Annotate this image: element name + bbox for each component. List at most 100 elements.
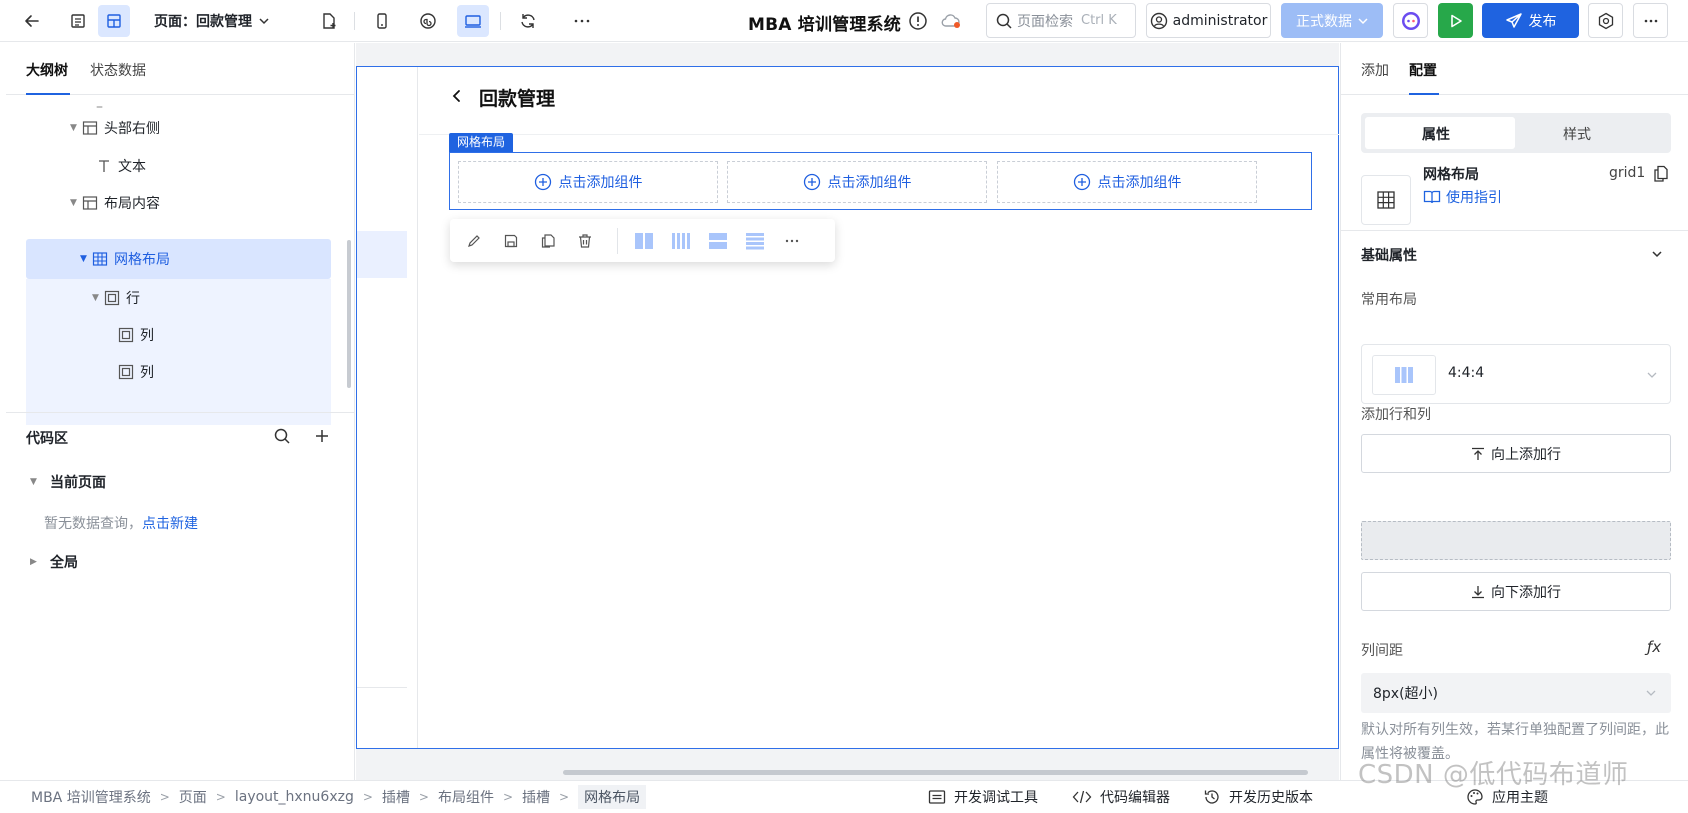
empty-query-text: 暂无数据查询，点击新建 <box>44 513 198 533</box>
section-basic-properties[interactable]: 基础属性 <box>1361 245 1417 265</box>
grid-column[interactable]: 点击添加组件 <box>727 161 987 203</box>
save-icon[interactable] <box>497 227 525 255</box>
chevron-down-icon[interactable] <box>1651 248 1663 260</box>
right-tabs: 添加 配置 <box>1341 43 1688 95</box>
history-icon <box>1204 790 1219 804</box>
tab-config[interactable]: 配置 <box>1409 60 1437 80</box>
code-current-page[interactable]: ▼ 当前页面 <box>30 463 106 501</box>
create-query-link[interactable]: 点击新建 <box>142 516 198 532</box>
tree-selection-bg <box>26 239 331 279</box>
four-columns-icon[interactable] <box>667 227 695 255</box>
four-rows-icon[interactable] <box>741 227 769 255</box>
usage-guide-link[interactable]: 使用指引 <box>1423 187 1502 207</box>
tree-node-header-right[interactable]: ▼ 头部右侧 <box>70 109 160 147</box>
page-selector-label: 页面：回款管理 <box>154 14 252 30</box>
tab-state-data[interactable]: 状态数据 <box>90 60 146 80</box>
edit-icon[interactable] <box>460 227 488 255</box>
text-icon <box>96 158 112 174</box>
watermark: CSDN @低代码布道师 <box>1358 760 1629 790</box>
tree-selection-children-bg <box>26 279 331 425</box>
grid-column[interactable]: 点击添加组件 <box>997 161 1257 203</box>
tree-node-layout-content[interactable]: ▼ 布局内容 <box>70 184 160 222</box>
code-global[interactable]: ▶ 全局 <box>30 543 78 581</box>
environment-dropdown[interactable]: 正式数据 <box>1281 3 1383 38</box>
settings-button[interactable] <box>1588 3 1623 38</box>
empty-query-label: 暂无数据查询， <box>44 516 142 532</box>
grid-column[interactable]: 点击添加组件 <box>458 161 718 203</box>
dev-tools-button[interactable]: 开发调试工具 <box>928 781 1038 813</box>
add-icon[interactable] <box>313 427 331 445</box>
tab-add[interactable]: 添加 <box>1361 60 1389 80</box>
publish-button[interactable]: 发布 <box>1482 3 1579 38</box>
design-canvas: 回款管理 网格布局 点击添加组件 点击添加组件 点击添加组件 <box>356 43 1339 780</box>
copy-id-icon[interactable] <box>1653 165 1669 183</box>
tree-node-column[interactable]: 列 <box>118 316 154 354</box>
two-rows-icon[interactable] <box>704 227 732 255</box>
more-options-button[interactable] <box>1633 3 1668 38</box>
tree-node-grid-layout[interactable]: ▼ 网格布局 <box>80 240 170 278</box>
tree-node-label: 文本 <box>118 159 146 175</box>
ai-assistant-button[interactable] <box>1393 3 1428 38</box>
breadcrumb-item[interactable]: 插槽 <box>522 787 550 807</box>
search-icon[interactable] <box>273 427 291 445</box>
breadcrumb-item[interactable]: 页面 <box>179 787 207 807</box>
horizontal-scrollbar[interactable] <box>563 770 1308 775</box>
row-preview-placeholder <box>1361 521 1671 560</box>
user-button[interactable]: administrator <box>1146 3 1271 38</box>
more-icon[interactable] <box>566 5 598 37</box>
tree-node-column[interactable]: 列 <box>118 353 154 391</box>
refresh-icon[interactable] <box>512 5 544 37</box>
mini-program-icon[interactable] <box>412 5 444 37</box>
cloud-sync-icon[interactable] <box>940 12 962 30</box>
environment-label: 正式数据 <box>1296 13 1352 30</box>
tree-node-label: 网格布局 <box>114 252 170 268</box>
tree-node-label: 布局内容 <box>104 196 160 212</box>
grid-icon <box>1377 191 1395 209</box>
top-toolbar: 页面：回款管理 MBA 培训管理系统 页面检索 Ctrl K administr… <box>0 0 1688 42</box>
layout-panel-icon[interactable] <box>98 5 130 37</box>
info-icon[interactable] <box>908 11 928 31</box>
page-outline-icon[interactable] <box>62 5 94 37</box>
breadcrumb-item[interactable]: layout_hxnu6xzg <box>235 789 354 805</box>
add-component-label: 点击添加组件 <box>1097 175 1182 191</box>
add-row-above-button[interactable]: 向上添加行 <box>1361 434 1671 473</box>
more-icon[interactable] <box>778 227 806 255</box>
two-columns-icon[interactable] <box>630 227 658 255</box>
column-icon <box>118 364 134 380</box>
column-gap-select[interactable]: 8px(超小) <box>1361 673 1671 713</box>
tree-node-row[interactable]: ▼ 行 <box>92 279 140 317</box>
divider <box>1341 230 1688 231</box>
caret-down-icon: ▼ <box>70 198 77 208</box>
history-button[interactable]: 开发历史版本 <box>1203 781 1313 813</box>
add-page-icon[interactable] <box>313 5 345 37</box>
desktop-view-icon[interactable] <box>457 5 489 37</box>
run-button[interactable] <box>1438 3 1473 38</box>
formula-icon[interactable]: ƒx <box>1647 638 1661 656</box>
tree-scrollbar[interactable] <box>347 240 351 388</box>
caret-down-icon: ▼ <box>80 254 87 264</box>
chevron-right-icon: > <box>502 790 514 804</box>
segment-style[interactable]: 样式 <box>1563 124 1591 144</box>
page-search-input[interactable]: 页面检索 Ctrl K <box>986 3 1136 38</box>
chevron-down-icon <box>1646 688 1656 698</box>
chevron-left-icon[interactable] <box>449 88 465 104</box>
tree-node-text[interactable]: 文本 <box>96 147 146 185</box>
back-arrow-icon[interactable] <box>16 5 48 37</box>
grid-layout[interactable]: 点击添加组件 点击添加组件 点击添加组件 <box>449 152 1312 210</box>
breadcrumb-item[interactable]: 布局组件 <box>438 787 494 807</box>
page-selector[interactable]: 页面：回款管理 <box>154 9 270 33</box>
book-icon <box>1423 190 1441 204</box>
add-row-below-button[interactable]: 向下添加行 <box>1361 572 1671 611</box>
sidebar-active-item[interactable] <box>357 231 407 278</box>
tab-outline-tree[interactable]: 大纲树 <box>26 60 68 80</box>
common-layout-select[interactable]: 4:4:4 <box>1361 344 1671 404</box>
breadcrumb-item[interactable]: 插槽 <box>382 787 410 807</box>
breadcrumb-item[interactable]: MBA 培训管理系统 <box>31 787 151 807</box>
delete-icon[interactable] <box>571 227 599 255</box>
copy-icon[interactable] <box>534 227 562 255</box>
mobile-view-icon[interactable] <box>366 5 398 37</box>
breadcrumb-current[interactable]: 网格布局 <box>578 785 647 809</box>
segment-properties[interactable]: 属性 <box>1422 124 1450 144</box>
code-editor-button[interactable]: 代码编辑器 <box>1072 781 1170 813</box>
chevron-down-icon <box>1358 17 1368 24</box>
